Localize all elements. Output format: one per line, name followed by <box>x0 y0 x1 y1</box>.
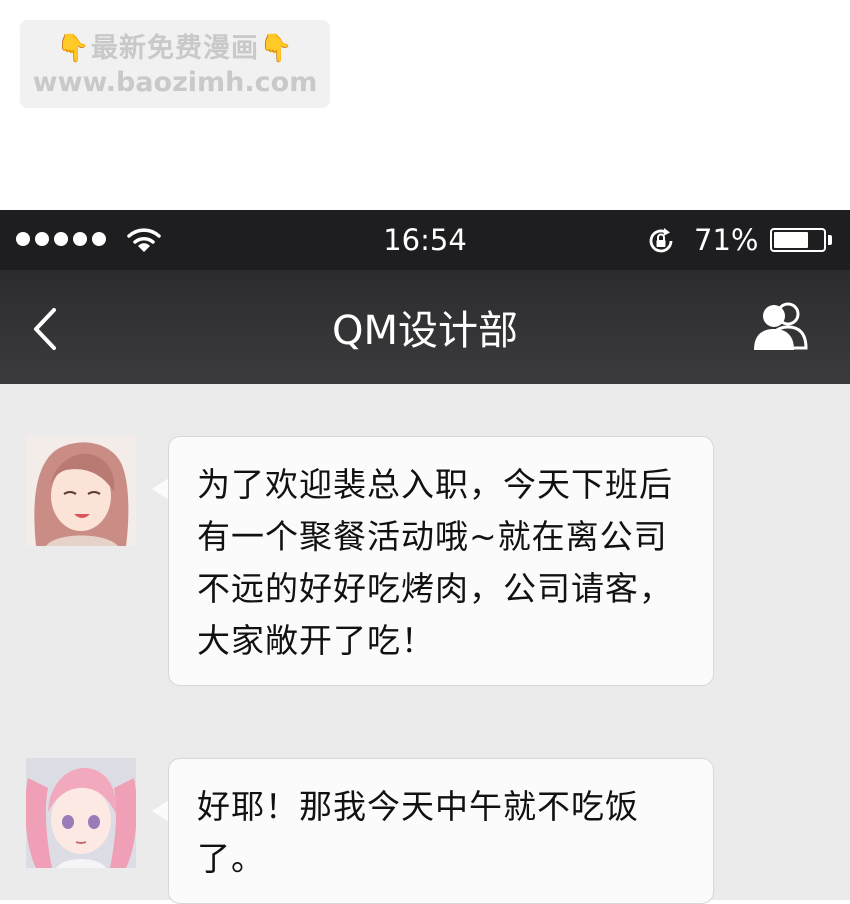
watermark: 👇最新免费漫画👇 www.baozimh.com <box>20 20 330 108</box>
avatar-pigtails <box>26 758 136 868</box>
group-icon[interactable] <box>752 300 814 352</box>
status-bar: 16:54 71% <box>0 210 850 270</box>
chat-area: 为了欢迎裴总入职，今天下班后有一个聚餐活动哦~就在离公司不远的好好吃烤肉，公司请… <box>0 384 850 904</box>
watermark-url: www.baozimh.com <box>32 67 318 98</box>
battery-icon <box>770 228 826 252</box>
pointing-down-hand-icon: 👇 <box>259 33 294 64</box>
watermark-title: 最新免费漫画 <box>91 33 259 64</box>
battery-percent: 71% <box>694 223 759 257</box>
bubble-tail <box>152 478 169 500</box>
avatar-long-hair <box>26 436 136 546</box>
message-bubble: 为了欢迎裴总入职，今天下班后有一个聚餐活动哦~就在离公司不远的好好吃烤肉，公司请… <box>168 436 714 686</box>
watermark-line1: 👇最新免费漫画👇 <box>20 32 330 66</box>
avatar[interactable] <box>26 758 136 868</box>
rotation-lock-icon <box>649 228 673 253</box>
nav-bar: QM设计部 <box>0 270 850 384</box>
phone-screen: 16:54 71% QM设计部 为了欢迎裴总入职，今天下班后有一个聚餐活动哦~就… <box>0 210 850 904</box>
message-bubble: 好耶！那我今天中午就不吃饭了。 <box>168 758 714 904</box>
bubble-tail <box>152 800 169 822</box>
battery-fill <box>774 232 808 248</box>
avatar[interactable] <box>26 436 136 546</box>
pointing-down-hand-icon: 👇 <box>56 33 91 64</box>
battery-nub <box>828 235 832 245</box>
chat-title: QM设计部 <box>332 308 518 354</box>
